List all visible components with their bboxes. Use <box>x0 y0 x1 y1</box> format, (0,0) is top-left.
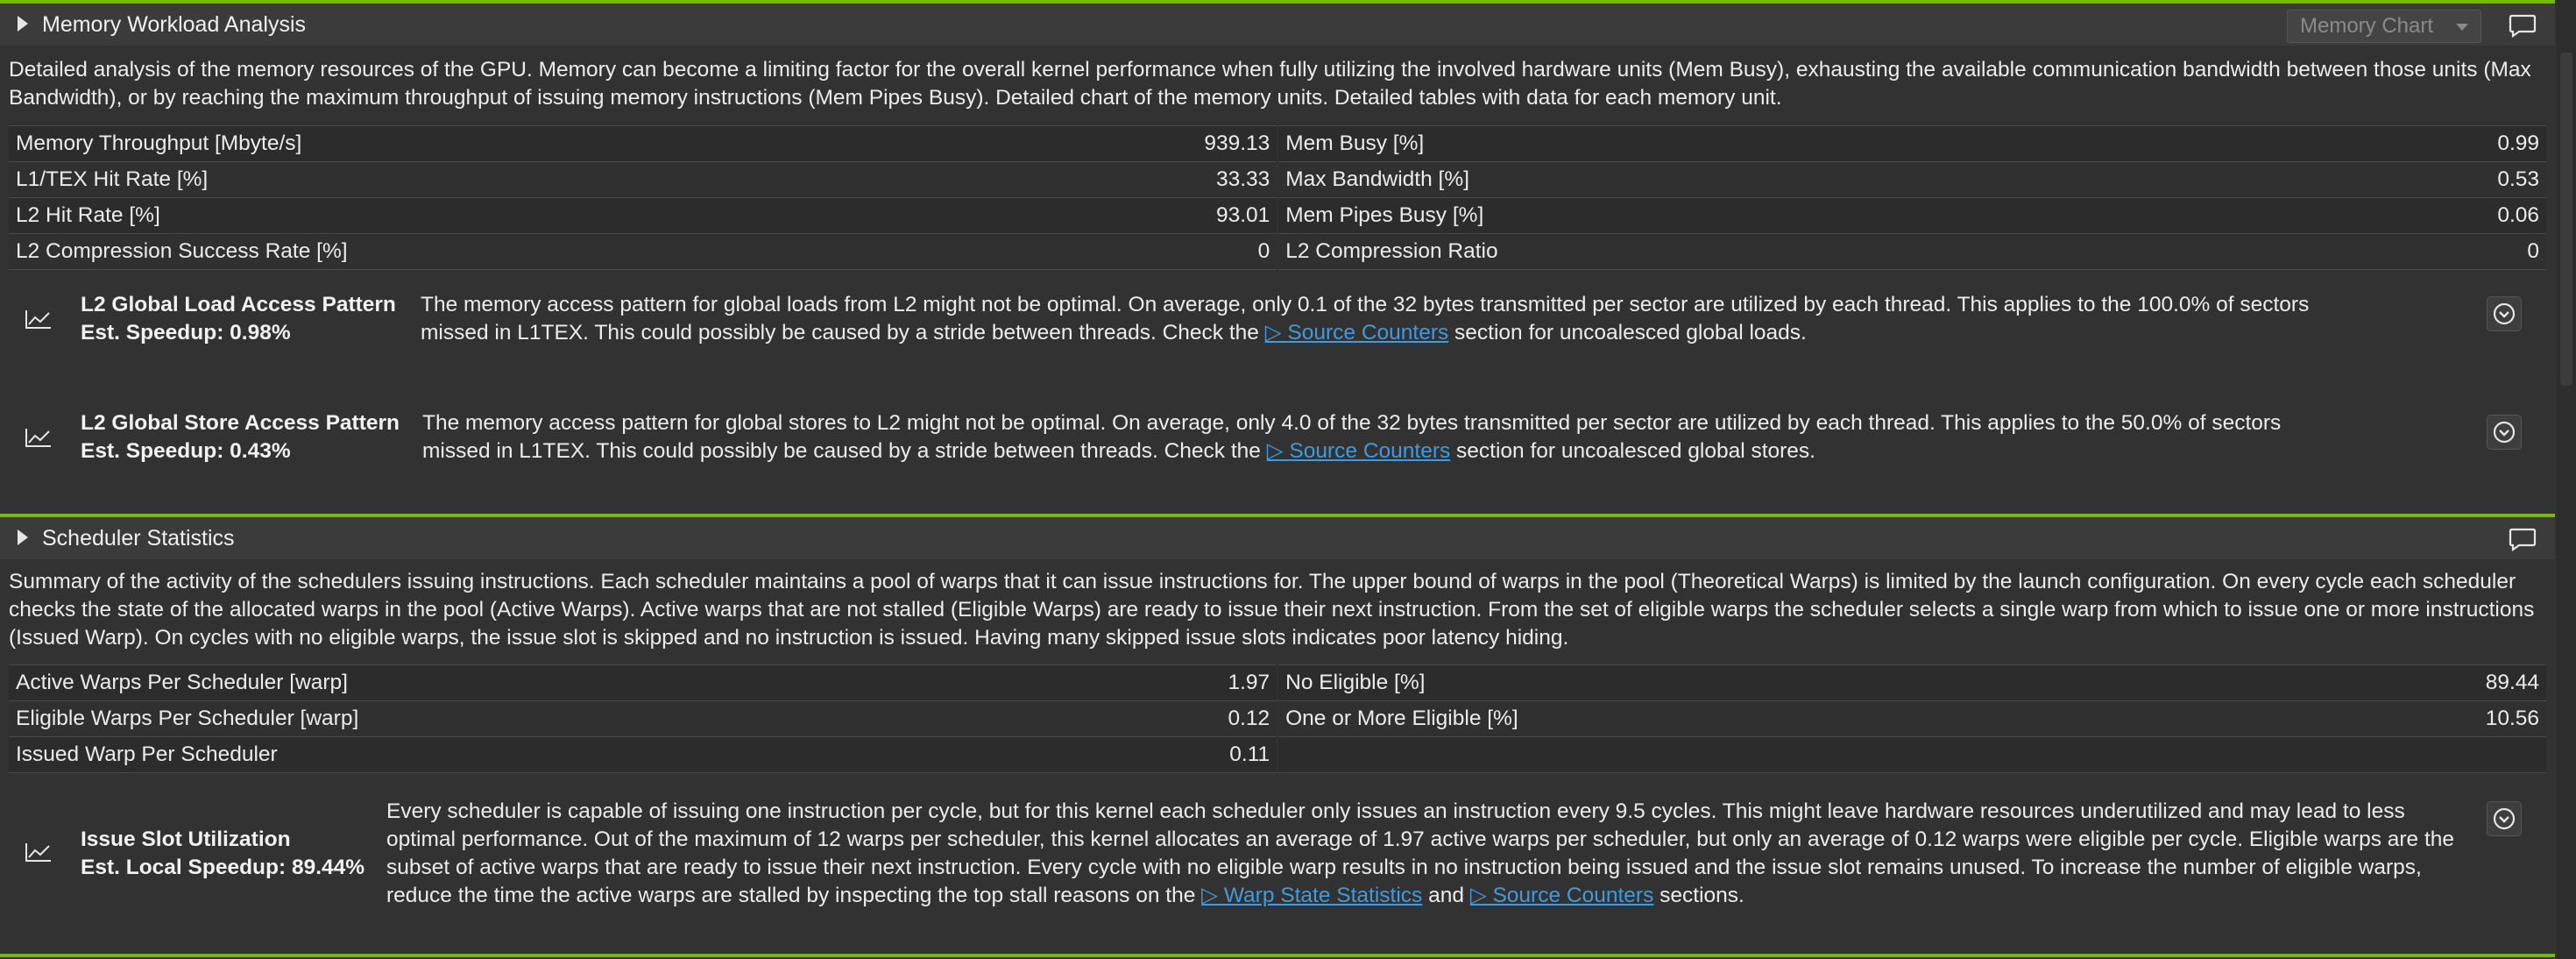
section-description: Detailed analysis of the memory resource… <box>9 58 2531 110</box>
metric-name: No Eligible [%] <box>1278 664 2429 701</box>
metric-name: L1/TEX Hit Rate [%] <box>9 161 1159 198</box>
metric-name: Issued Warp Per Scheduler <box>9 736 1159 773</box>
metric-value: 10.56 <box>2428 700 2546 737</box>
table-row: Active Warps Per Scheduler [warp] 1.97 N… <box>9 664 2546 701</box>
metric-name: L2 Compression Ratio <box>1278 233 2429 270</box>
metric-name: L2 Compression Success Rate [%] <box>9 233 1159 270</box>
scrollbar-thumb[interactable] <box>2560 53 2572 386</box>
metric-value: 1.97 <box>1158 664 1277 701</box>
scheduler-section-header[interactable]: Scheduler Statistics <box>0 514 2555 559</box>
dropdown-value: Memory Chart <box>2300 14 2434 38</box>
metric-value: 0.53 <box>2428 161 2546 198</box>
metric-value: 33.33 <box>1158 161 1277 198</box>
expand-rule-button[interactable] <box>2487 296 2522 331</box>
expand-rule-button[interactable] <box>2487 415 2522 450</box>
rule-issue-slot-utilization: Issue Slot Utilization Est. Local Speedu… <box>9 798 2546 920</box>
memory-chart-dropdown[interactable]: Memory Chart <box>2287 10 2481 43</box>
metric-name: Memory Throughput [Mbyte/s] <box>9 125 1159 162</box>
metric-value: 0.12 <box>1158 700 1277 737</box>
rule-text-part: section for uncoalesced global stores. <box>1450 439 1815 463</box>
comment-icon[interactable] <box>2508 12 2537 39</box>
metric-name: Active Warps Per Scheduler [warp] <box>9 664 1159 701</box>
source-counters-link[interactable]: ▷ Source Counters <box>1267 439 1451 463</box>
section-title: Scheduler Statistics <box>42 526 235 551</box>
memory-metrics-table: Memory Throughput [Mbyte/s] 939.13 Mem B… <box>9 125 2546 270</box>
rule-title: L2 Global Load Access Pattern <box>81 293 396 316</box>
rule-title: Issue Slot Utilization <box>81 828 291 851</box>
metric-value: 93.01 <box>1158 197 1277 234</box>
metric-value <box>2428 736 2546 773</box>
rule-text: Every scheduler is capable of issuing on… <box>386 798 2463 910</box>
link-label: Source Counters <box>1289 439 1451 463</box>
metric-value: 0 <box>2428 233 2546 270</box>
rule-text: The memory access pattern for global sto… <box>422 409 2473 465</box>
table-row: Issued Warp Per Scheduler 0.11 <box>9 736 2546 773</box>
rule-text-line: The memory access pattern for global sto… <box>422 411 2282 435</box>
memory-section-header[interactable]: Memory Workload Analysis Memory Chart <box>0 0 2555 46</box>
expand-triangle-icon[interactable] <box>18 529 28 545</box>
warp-state-statistics-link[interactable]: ▷ Warp State Statistics <box>1201 884 1422 907</box>
metric-name: Mem Pipes Busy [%] <box>1278 197 2429 234</box>
link-triangle-icon: ▷ <box>1201 884 1219 907</box>
table-row: L1/TEX Hit Rate [%] 33.33 Max Bandwidth … <box>9 161 2546 198</box>
line-chart-icon <box>25 429 51 447</box>
scheduler-metrics-table: Active Warps Per Scheduler [warp] 1.97 N… <box>9 664 2546 773</box>
metric-value: 0 <box>1158 233 1277 270</box>
link-label: Source Counters <box>1287 321 1449 345</box>
rule-text-part: section for uncoalesced global loads. <box>1448 321 1807 345</box>
table-row: Eligible Warps Per Scheduler [warp] 0.12… <box>9 700 2546 737</box>
rule-text-line: missed in L1TEX. This could possibly be … <box>422 437 2473 465</box>
link-triangle-icon: ▷ <box>1266 439 1284 463</box>
chevron-circle-down-icon <box>2493 421 2516 444</box>
chevron-down-icon <box>2456 24 2468 31</box>
link-triangle-icon: ▷ <box>1264 321 1282 345</box>
link-label: Warp State Statistics <box>1223 884 1423 907</box>
rule-text: The memory access pattern for global loa… <box>421 291 2471 347</box>
rule-text-part: sections. <box>1653 884 1744 907</box>
rule-text-part: missed in L1TEX. This could possibly be … <box>422 439 1267 463</box>
metric-value: 89.44 <box>2428 664 2546 701</box>
section-description: Summary of the activity of the scheduler… <box>9 570 2535 650</box>
metric-name: Mem Busy [%] <box>1278 125 2429 162</box>
rule-l2-global-store: L2 Global Store Access Pattern Est. Spee… <box>9 408 2546 478</box>
metric-name: Max Bandwidth [%] <box>1278 161 2429 198</box>
chevron-circle-down-icon <box>2493 807 2516 830</box>
metric-name: One or More Eligible [%] <box>1278 700 2429 737</box>
metric-name: Eligible Warps Per Scheduler [warp] <box>9 700 1159 737</box>
rule-l2-global-load: L2 Global Load Access Pattern Est. Speed… <box>9 289 2546 359</box>
table-row: L2 Compression Success Rate [%] 0 L2 Com… <box>9 233 2546 270</box>
rule-text-part: missed in L1TEX. This could possibly be … <box>421 321 1265 345</box>
metric-value: 939.13 <box>1158 125 1277 162</box>
metric-value: 0.06 <box>2428 197 2546 234</box>
expand-rule-button[interactable] <box>2487 801 2522 836</box>
rule-speedup: Est. Speedup: 0.43% <box>81 439 291 463</box>
link-label: Source Counters <box>1492 884 1654 907</box>
line-chart-icon <box>25 843 51 862</box>
comment-icon[interactable] <box>2508 526 2537 552</box>
section-title: Memory Workload Analysis <box>42 12 307 37</box>
line-chart-icon <box>25 310 51 329</box>
rule-text-part: and <box>1422 884 1470 907</box>
source-counters-link[interactable]: ▷ Source Counters <box>1470 884 1654 907</box>
rule-text-line: missed in L1TEX. This could possibly be … <box>421 319 2471 347</box>
rule-speedup: Est. Speedup: 0.98% <box>81 321 291 345</box>
metric-name: L2 Hit Rate [%] <box>9 197 1159 234</box>
table-row: L2 Hit Rate [%] 93.01 Mem Pipes Busy [%]… <box>9 197 2546 234</box>
metric-value: 0.11 <box>1158 736 1277 773</box>
source-counters-link[interactable]: ▷ Source Counters <box>1265 321 1449 345</box>
rule-speedup: Est. Local Speedup: 89.44% <box>81 856 365 879</box>
metric-value: 0.99 <box>2428 125 2546 162</box>
metric-name <box>1278 736 2429 773</box>
next-section-divider <box>0 954 2555 957</box>
expand-triangle-icon[interactable] <box>18 16 28 32</box>
link-triangle-icon: ▷ <box>1469 884 1487 907</box>
table-row: Memory Throughput [Mbyte/s] 939.13 Mem B… <box>9 125 2546 162</box>
rule-text-line: The memory access pattern for global loa… <box>421 293 2310 316</box>
rule-title: L2 Global Store Access Pattern <box>81 411 400 435</box>
chevron-circle-down-icon <box>2493 302 2516 325</box>
